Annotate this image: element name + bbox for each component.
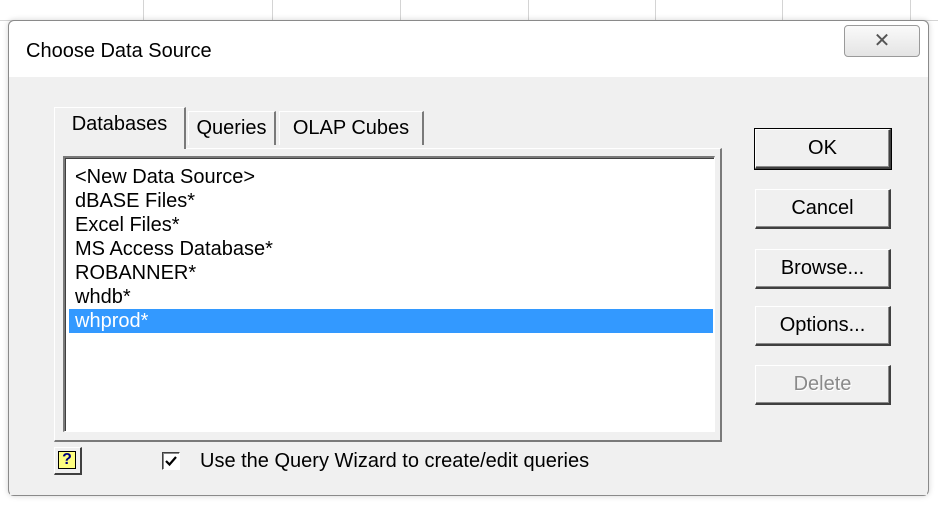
choose-data-source-dialog: Choose Data Source ✕ Databases Queries O… xyxy=(8,20,929,496)
grid-line xyxy=(782,0,783,20)
list-item[interactable]: ROBANNER* xyxy=(69,261,713,285)
data-source-list[interactable]: <New Data Source> dBASE Files* Excel Fil… xyxy=(63,156,715,432)
dialog-title: Choose Data Source xyxy=(26,40,212,62)
delete-button: Delete xyxy=(755,365,891,405)
close-button[interactable]: ✕ xyxy=(844,25,920,57)
checkmark-icon xyxy=(165,456,177,467)
list-item[interactable]: <New Data Source> xyxy=(69,165,713,189)
ok-button[interactable]: OK xyxy=(754,128,892,170)
cancel-button[interactable]: Cancel xyxy=(755,189,891,229)
list-item[interactable]: MS Access Database* xyxy=(69,237,713,261)
grid-line xyxy=(400,0,401,20)
grid-line xyxy=(910,0,911,20)
query-wizard-checkbox[interactable] xyxy=(162,452,180,470)
close-icon: ✕ xyxy=(873,30,891,52)
grid-line xyxy=(272,0,273,20)
browse-button[interactable]: Browse... xyxy=(755,249,891,289)
grid-line xyxy=(143,0,144,20)
options-button[interactable]: Options... xyxy=(755,306,891,346)
title-bar: Choose Data Source ✕ xyxy=(9,21,928,77)
help-button[interactable]: ? xyxy=(54,447,82,475)
grid-line xyxy=(655,0,656,20)
list-item[interactable]: Excel Files* xyxy=(69,213,713,237)
list-item[interactable]: dBASE Files* xyxy=(69,189,713,213)
list-item[interactable]: whdb* xyxy=(69,285,713,309)
tab-queries[interactable]: Queries xyxy=(188,111,276,145)
list-item-selected[interactable]: whprod* xyxy=(69,309,713,333)
grid-line xyxy=(528,0,529,20)
dialog-body: Databases Queries OLAP Cubes <New Data S… xyxy=(10,77,927,495)
tab-olap-cubes[interactable]: OLAP Cubes xyxy=(279,111,424,145)
tab-databases[interactable]: Databases xyxy=(54,107,186,149)
help-icon: ? xyxy=(58,451,76,469)
query-wizard-label: Use the Query Wizard to create/edit quer… xyxy=(200,450,590,472)
